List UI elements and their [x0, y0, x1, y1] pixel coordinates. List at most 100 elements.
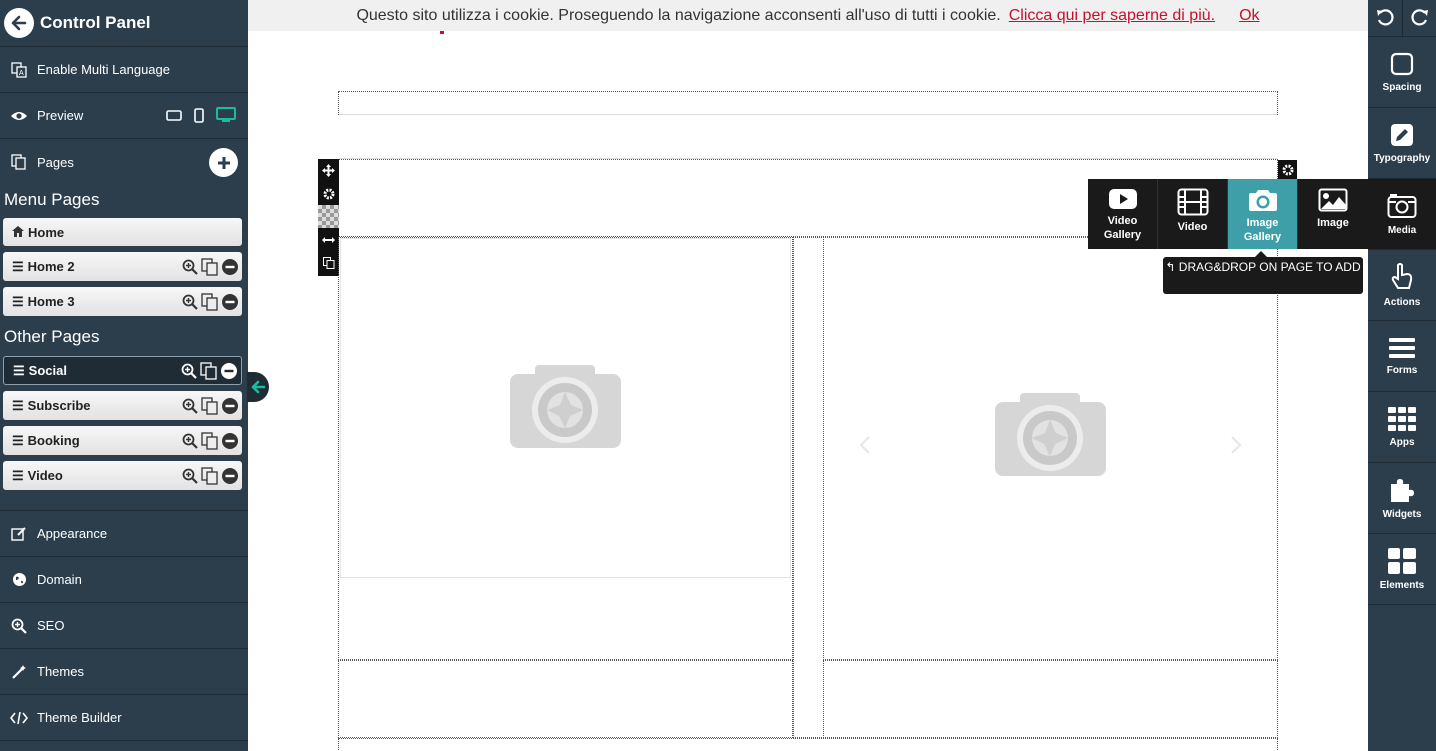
enable-multi-language-button[interactable]: A Enable Multi Language	[0, 47, 248, 93]
toolbar-widgets[interactable]: Widgets	[1368, 463, 1436, 534]
page-actions	[182, 258, 238, 279]
other-pages-list[interactable]: ☰ Social ☰ Subscribe ☰ Booking ☰ Video	[0, 356, 248, 511]
editor-root: Control Panel A Enable Multi Language Pr…	[0, 0, 1436, 751]
duplicate-icon[interactable]	[201, 258, 219, 279]
media-item-label: Image	[1317, 217, 1349, 229]
media-image-button[interactable]: Image	[1298, 179, 1368, 249]
gear-icon[interactable]	[318, 182, 339, 205]
toolbar-spacing[interactable]: Spacing	[1368, 37, 1436, 108]
sidebar-item-theme-builder[interactable]: Theme Builder	[0, 695, 248, 741]
zoom-icon[interactable]	[182, 398, 198, 417]
zoom-icon[interactable]	[181, 363, 197, 382]
mobile-icon[interactable]	[194, 107, 204, 126]
zoom-icon[interactable]	[182, 433, 198, 452]
remove-icon[interactable]	[222, 259, 238, 278]
pages-row[interactable]: Pages	[0, 139, 248, 185]
hamburger-icon: ☰	[13, 362, 25, 378]
duplicate-icon[interactable]	[201, 397, 219, 418]
page-item-label: Subscribe	[27, 398, 91, 413]
column-spacer[interactable]	[793, 237, 824, 738]
duplicate-icon[interactable]	[200, 362, 218, 383]
page-item-social[interactable]: ☰ Social	[3, 356, 242, 385]
sidebar-item-domain[interactable]: Domain	[0, 557, 248, 603]
media-image-gallery-button[interactable]: Image Gallery	[1228, 179, 1298, 249]
toolbar-forms[interactable]: Forms	[1368, 321, 1436, 392]
zoom-icon[interactable]	[182, 259, 198, 278]
row-bottom-right[interactable]	[823, 660, 1278, 738]
sidebar-item-themes[interactable]: Themes	[0, 649, 248, 695]
canvas-row-header[interactable]	[339, 114, 1277, 159]
drag-drop-tooltip: ↰ DRAG&DROP ON PAGE TO ADD	[1163, 251, 1363, 294]
duplicate-row-icon[interactable]	[318, 251, 339, 274]
media-icon	[1387, 193, 1417, 218]
undo-icon[interactable]	[1368, 0, 1402, 36]
pencil-icon	[1391, 123, 1413, 146]
puzzle-icon	[1391, 478, 1414, 502]
remove-icon[interactable]	[222, 294, 238, 313]
plus-icon	[217, 156, 230, 169]
back-arrow-icon[interactable]	[4, 8, 34, 38]
control-panel-title: Control Panel	[40, 13, 151, 32]
toolbar-elements[interactable]: Elements	[1368, 534, 1436, 605]
toolbar-label: Media	[1387, 224, 1417, 236]
square-icon	[1390, 52, 1414, 75]
zoom-icon[interactable]	[182, 468, 198, 487]
page-actions	[182, 432, 238, 453]
toolbar-apps[interactable]: Apps	[1368, 392, 1436, 463]
media-video-gallery-button[interactable]: Video Gallery	[1088, 179, 1158, 249]
row-footer[interactable]	[338, 738, 1278, 751]
tooltip-text: DRAG&DROP ON PAGE TO ADD	[1178, 260, 1361, 274]
slider-prev-icon[interactable]	[859, 436, 871, 454]
duplicate-icon[interactable]	[201, 293, 219, 314]
collapse-sidebar-button[interactable]	[247, 372, 269, 402]
row-bottom-left[interactable]	[338, 660, 793, 738]
code-icon	[10, 709, 28, 727]
pages-label: Pages	[37, 154, 74, 170]
row-tools	[318, 159, 339, 276]
tablet-landscape-icon[interactable]	[166, 109, 182, 124]
preview-row[interactable]: Preview	[0, 93, 248, 139]
page-item-subscribe[interactable]: ☰ Subscribe	[3, 391, 242, 420]
toolbar-typography[interactable]: Typography	[1368, 108, 1436, 179]
background-transparency-icon[interactable]	[318, 205, 339, 228]
page-item-home-2[interactable]: ☰ Home 2	[3, 252, 242, 281]
toolbar-actions[interactable]: Actions	[1368, 250, 1436, 321]
page-item-home[interactable]: Home	[3, 218, 242, 246]
home-icon	[12, 225, 24, 240]
remove-icon[interactable]	[222, 468, 238, 487]
remove-icon[interactable]	[221, 363, 237, 382]
zoom-icon[interactable]	[182, 294, 198, 313]
toolbar-media[interactable]: Media	[1368, 179, 1436, 250]
move-icon[interactable]	[318, 159, 339, 182]
page-marker	[440, 31, 444, 34]
toolbar-label: Spacing	[1382, 81, 1422, 93]
remove-icon[interactable]	[222, 398, 238, 417]
cookie-info-link[interactable]: Clicca qui per saperne di più.	[1009, 7, 1215, 25]
desktop-icon[interactable]	[216, 107, 236, 126]
page-item-video[interactable]: ☰ Video	[3, 461, 242, 490]
camera-placeholder-icon	[510, 365, 621, 448]
page-actions	[182, 467, 238, 488]
remove-icon[interactable]	[222, 433, 238, 452]
sidebar-item-seo[interactable]: SEO	[0, 603, 248, 649]
row-settings-gear-icon[interactable]	[1278, 160, 1297, 179]
page-item-booking[interactable]: ☰ Booking	[3, 426, 242, 455]
redo-icon[interactable]	[1402, 0, 1436, 36]
resize-horizontal-icon[interactable]	[318, 228, 339, 251]
picture-icon	[1318, 188, 1348, 212]
media-video-button[interactable]: Video	[1158, 179, 1228, 249]
page-actions	[182, 293, 238, 314]
sidebar-item-appearance[interactable]: Appearance	[0, 511, 248, 557]
elements-icon	[1388, 547, 1416, 574]
menu-pages-title: Menu Pages	[4, 190, 100, 209]
page-item-home-3[interactable]: ☰ Home 3	[3, 287, 242, 316]
canvas-row-top[interactable]	[338, 91, 1278, 115]
cookie-text: Questo sito utilizza i cookie. Proseguen…	[356, 6, 1001, 24]
cookie-ok-button[interactable]: Ok	[1239, 7, 1259, 25]
duplicate-icon[interactable]	[201, 467, 219, 488]
media-item-label: Video	[1107, 215, 1138, 227]
enable-multi-language-label: Enable Multi Language	[37, 62, 170, 77]
add-page-button[interactable]	[209, 148, 238, 177]
slider-next-icon[interactable]	[1230, 436, 1242, 454]
duplicate-icon[interactable]	[201, 432, 219, 453]
